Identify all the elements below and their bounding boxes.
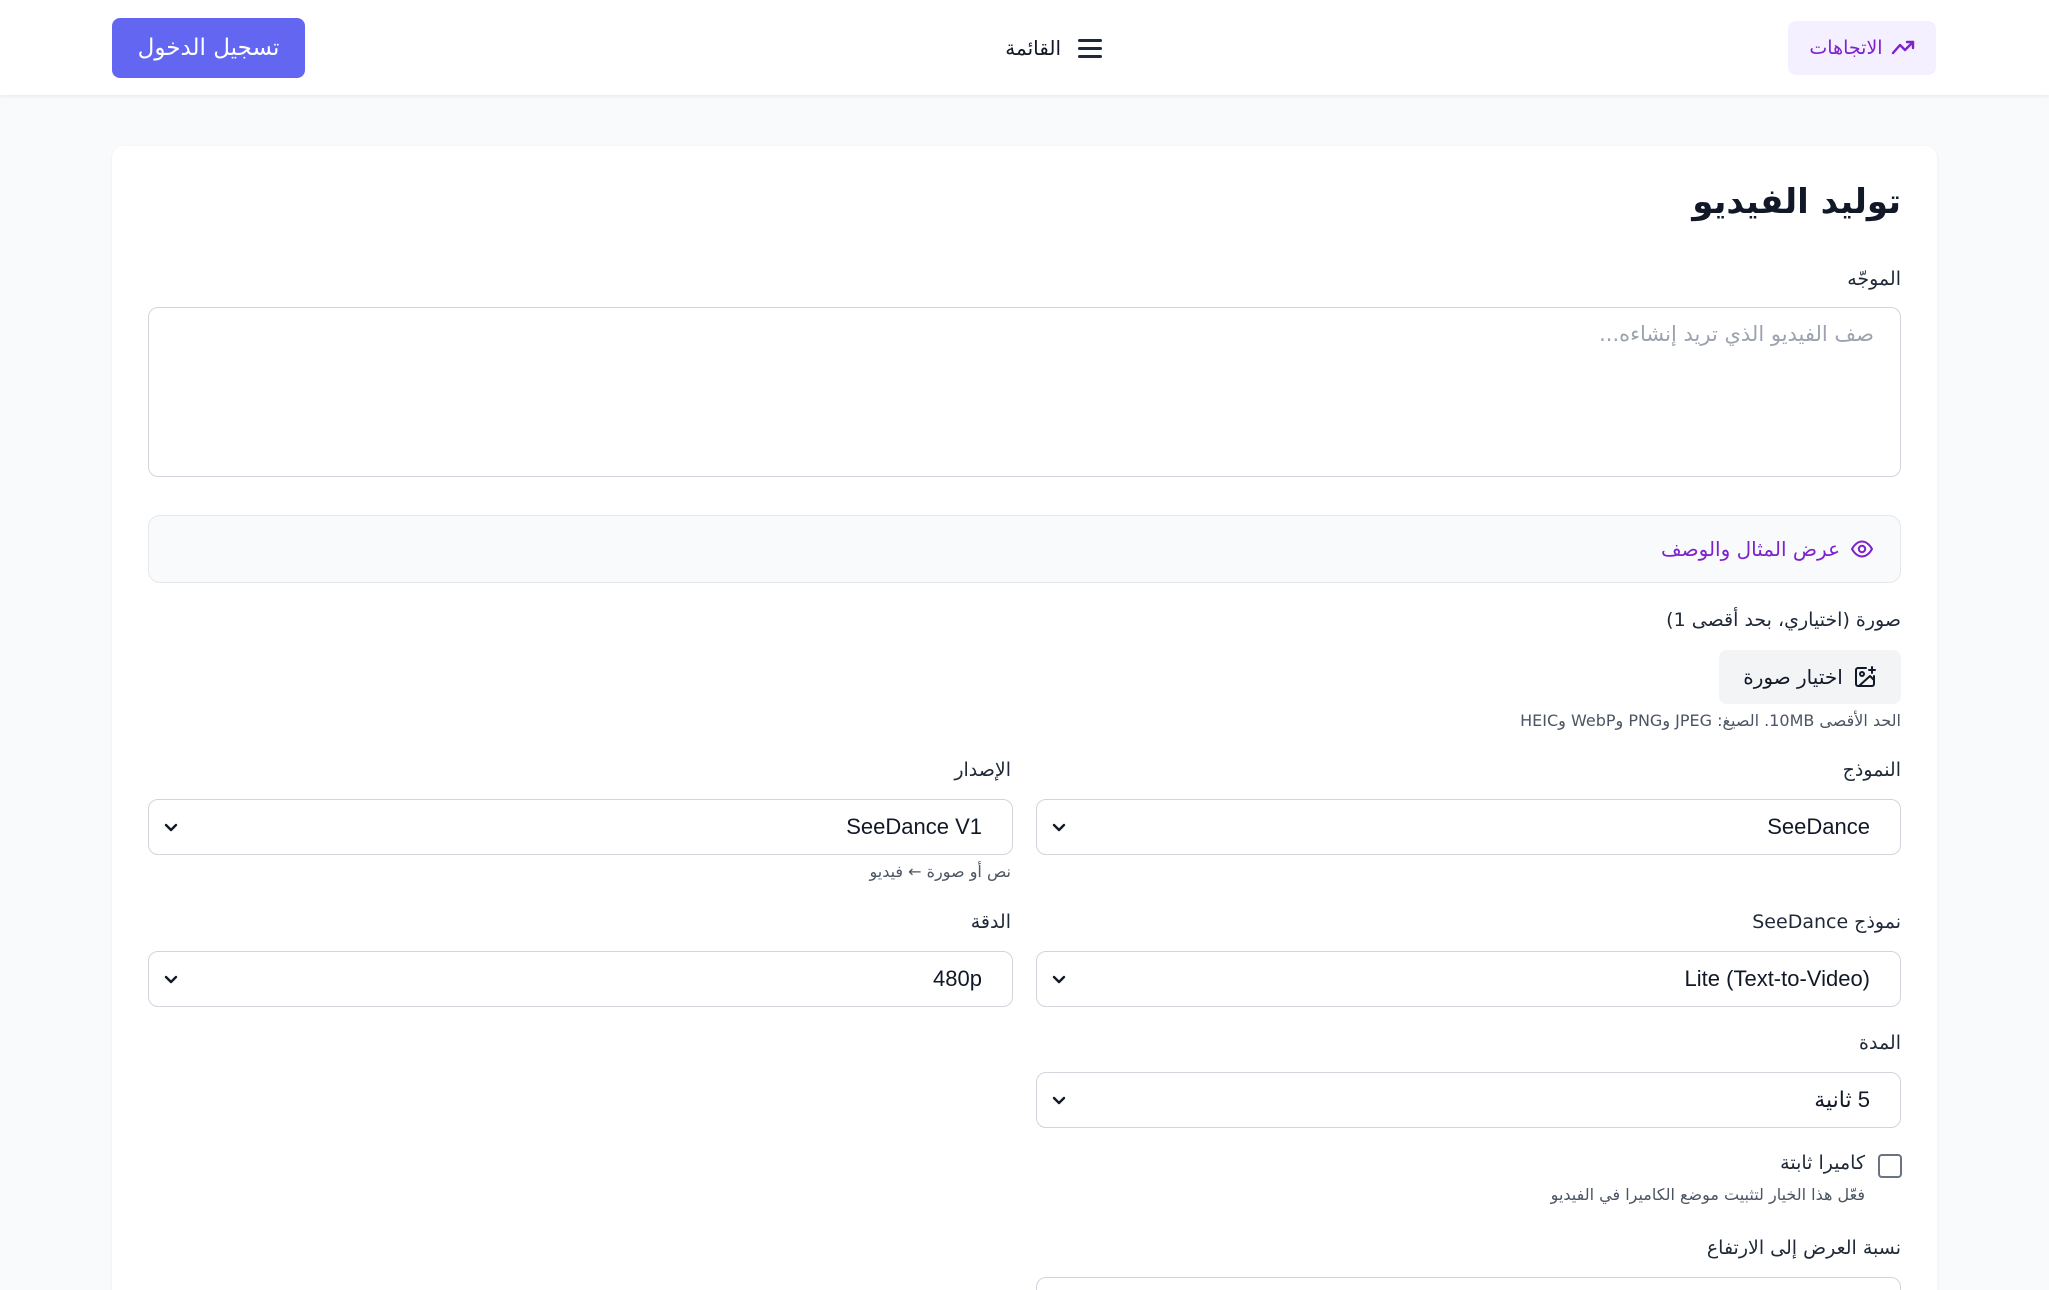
chevron-down-icon: [1052, 823, 1066, 832]
choose-image-label: اختيار صورة: [1743, 665, 1843, 689]
chevron-down-icon: [164, 975, 178, 984]
version-select[interactable]: SeeDance V1: [148, 799, 1013, 855]
page-title: توليد الفيديو: [1692, 182, 1901, 222]
duration-label: المدة: [1859, 1032, 1901, 1054]
aspect-ratio-label: نسبة العرض إلى الارتفاع: [1706, 1237, 1901, 1259]
image-format-hint: الحد الأقصى 10MB. الصيغ: JPEG وPNG وWebP…: [1520, 711, 1901, 730]
choose-image-button[interactable]: اختيار صورة: [1719, 650, 1901, 704]
resolution-select-value: 480p: [933, 966, 982, 991]
fixed-camera-hint: فعّل هذا الخيار لتثبيت موضع الكاميرا في …: [1550, 1185, 1865, 1204]
chevron-down-icon: [1052, 975, 1066, 984]
fixed-camera-label[interactable]: كاميرا ثابتة: [1780, 1152, 1865, 1174]
login-button[interactable]: تسجيل الدخول: [112, 18, 305, 78]
resolution-label: الدقة: [970, 911, 1011, 933]
show-example-toggle[interactable]: عرض المثال والوصف: [148, 515, 1901, 583]
prompt-label: الموجّه: [1847, 268, 1901, 290]
trends-button-label: الاتجاهات: [1809, 37, 1883, 59]
trending-up-icon: [1891, 40, 1914, 55]
login-button-label: تسجيل الدخول: [137, 35, 280, 61]
version-hint: نص أو صورة ← فيديو: [869, 862, 1011, 881]
fixed-camera-checkbox[interactable]: [1878, 1154, 1902, 1178]
chevron-down-icon: [164, 823, 178, 832]
hamburger-menu-icon: [1075, 36, 1105, 60]
menu-button[interactable]: القائمة: [985, 28, 1105, 68]
model-select-value: SeeDance: [1767, 814, 1870, 839]
duration-select[interactable]: 5 ثانية: [1036, 1072, 1901, 1128]
model-label: النموذج: [1842, 759, 1901, 781]
seedance-model-select[interactable]: Lite (Text-to-Video): [1036, 951, 1901, 1007]
aspect-ratio-select[interactable]: [1036, 1277, 1901, 1290]
seedance-model-label: نموذج SeeDance: [1752, 911, 1901, 933]
chevron-down-icon: [1052, 1096, 1066, 1105]
show-example-label: عرض المثال والوصف: [1660, 537, 1840, 561]
trends-button[interactable]: الاتجاهات: [1788, 21, 1936, 75]
menu-button-label: القائمة: [1005, 36, 1061, 60]
eye-icon: [1850, 540, 1874, 558]
duration-select-value: 5 ثانية: [1814, 1087, 1870, 1112]
resolution-select[interactable]: 480p: [148, 951, 1013, 1007]
prompt-input[interactable]: [148, 307, 1901, 477]
version-label: الإصدار: [954, 759, 1011, 781]
seedance-model-value: Lite (Text-to-Video): [1684, 966, 1870, 991]
image-plus-icon: [1854, 666, 1876, 687]
image-label: صورة (اختياري، بحد أقصى 1): [1666, 609, 1901, 631]
model-select[interactable]: SeeDance: [1036, 799, 1901, 855]
top-navbar: تسجيل الدخول القائمة الاتجاهات: [0, 0, 2049, 95]
video-generation-card: توليد الفيديو الموجّه عرض المثال والوصف …: [112, 146, 1937, 1290]
version-select-value: SeeDance V1: [846, 814, 982, 839]
